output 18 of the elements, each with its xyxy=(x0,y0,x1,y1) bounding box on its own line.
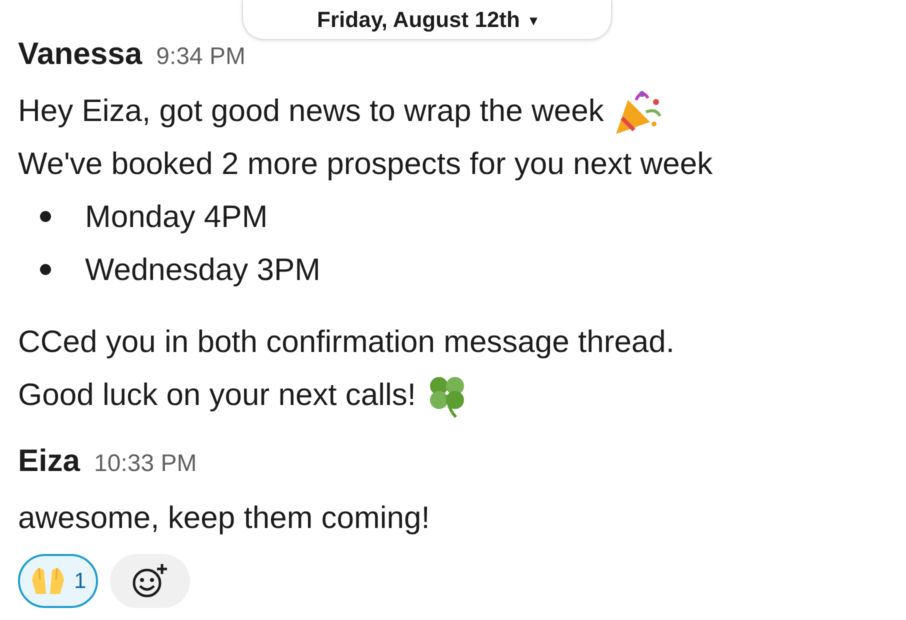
smiley-plus-icon xyxy=(131,563,170,599)
author-name[interactable]: Eiza xyxy=(18,443,80,479)
message-text: Hey Eiza, got good news to wrap the week xyxy=(18,92,604,128)
message-text: awesome, keep them coming! xyxy=(18,500,430,536)
message-text: We've booked 2 more prospects for you next week xyxy=(18,146,713,182)
bullet-icon xyxy=(40,211,51,222)
date-divider-button[interactable]: Friday, August 12th ▾ xyxy=(242,0,612,40)
list-item-text: Monday 4PM xyxy=(85,198,268,234)
timestamp[interactable]: 9:34 PM xyxy=(156,43,246,71)
reaction-button[interactable]: 1 xyxy=(18,554,98,608)
caret-icon: ▾ xyxy=(530,12,537,28)
bullet-icon xyxy=(40,264,51,275)
message-text: CCed you in both confirmation message thread. xyxy=(18,324,675,360)
timestamp[interactable]: 10:33 PM xyxy=(94,450,197,478)
list-item-text: Wednesday 3PM xyxy=(85,252,320,288)
message-text: Good luck on your next calls! xyxy=(18,376,416,412)
author-name[interactable]: Vanessa xyxy=(18,36,142,72)
raised-hands-icon xyxy=(30,566,66,596)
